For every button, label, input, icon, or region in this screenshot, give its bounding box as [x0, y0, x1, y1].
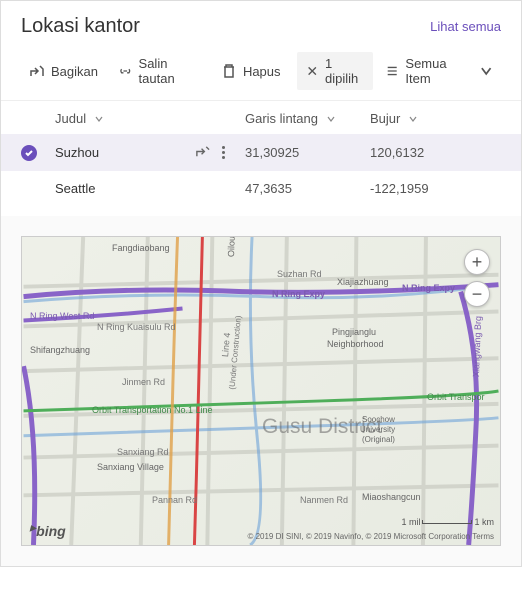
map-label: N Ring West Rd	[30, 311, 94, 321]
zoom-in-button[interactable]: +	[464, 249, 490, 275]
row-title: Suzhou	[55, 145, 99, 160]
row-lon: -122,1959	[370, 181, 501, 196]
row-title: Seattle	[55, 181, 95, 196]
map-label: Sanxiang Village	[97, 462, 164, 472]
delete-button[interactable]: Hapus	[213, 59, 289, 83]
view-switcher[interactable]: Semua Item	[377, 52, 501, 90]
check-icon	[21, 145, 37, 161]
col-header-title[interactable]: Judul	[55, 111, 245, 126]
map-label: Jinmen Rd	[122, 377, 165, 387]
share-row-icon[interactable]	[195, 144, 210, 159]
map-label: Suzhan Rd	[277, 269, 322, 279]
row-lat: 47,3635	[245, 181, 370, 196]
view-label: Semua Item	[405, 56, 468, 86]
map-label: Nanmen Rd	[300, 495, 348, 505]
table-header: Judul Garis lintang Bujur	[1, 101, 521, 134]
map-canvas[interactable]: Fangdiaobang Oilou Suzhan Rd Xiajiazhuan…	[21, 236, 501, 546]
table-row[interactable]: Seattle 47,3635 -122,1959	[1, 171, 521, 206]
chevron-down-icon	[408, 114, 418, 124]
toolbar: Bagikan Salin tautan Hapus 1 dipilih Sem…	[1, 46, 521, 101]
map-label: Orbit Transpor	[427, 392, 485, 402]
share-icon	[29, 63, 45, 79]
row-lat: 31,30925	[245, 145, 370, 160]
chevron-down-icon	[94, 114, 104, 124]
trash-icon	[221, 63, 237, 79]
share-button[interactable]: Bagikan	[21, 59, 106, 83]
more-actions-icon[interactable]	[220, 144, 227, 161]
map-label: N Ring Kuaisulu Rd	[97, 322, 176, 332]
map-district-label: Gusu District	[262, 415, 382, 439]
map-label: N Ring Expy	[402, 283, 455, 293]
map-label: N Ring Expy	[272, 289, 325, 299]
col-header-lat[interactable]: Garis lintang	[245, 111, 370, 126]
zoom-out-button[interactable]: −	[464, 281, 490, 307]
see-all-link[interactable]: Lihat semua	[430, 19, 501, 34]
row-selector[interactable]	[21, 145, 55, 161]
list-icon	[385, 63, 399, 79]
map-copyright: © 2019 DI SINI, © 2019 Navinfo, © 2019 M…	[247, 532, 494, 541]
map-label: Miaoshangcun	[362, 492, 421, 502]
link-icon	[118, 63, 133, 79]
map-label: Orbit Transportation No.1 Line	[92, 405, 213, 415]
share-label: Bagikan	[51, 64, 98, 79]
copy-link-label: Salin tautan	[139, 56, 201, 86]
bing-logo: ▶bing	[30, 523, 66, 539]
row-lon: 120,6132	[370, 145, 501, 160]
copy-link-button[interactable]: Salin tautan	[110, 52, 209, 90]
map-scale: 1 mil1 km	[401, 517, 494, 527]
selection-label: 1 dipilih	[325, 56, 365, 86]
table-row[interactable]: Suzhou 31,30925 120,6132	[1, 134, 521, 171]
map-label: Xiangwang Brg	[471, 316, 483, 377]
chevron-down-icon	[326, 114, 336, 124]
map-label: Neighborhood	[327, 339, 384, 349]
map-label: Fangdiaobang	[112, 243, 170, 253]
page-title: Lokasi kantor	[21, 15, 140, 38]
col-header-lon[interactable]: Bujur	[370, 111, 501, 126]
map-label: Pingjianglu	[332, 327, 376, 337]
map-label: Shifangzhuang	[30, 345, 90, 355]
map-label: Pannan Rd	[152, 495, 197, 505]
selection-count[interactable]: 1 dipilih	[297, 52, 373, 90]
close-icon	[305, 63, 320, 79]
map-label: Oilou	[226, 236, 237, 257]
map-label: Xiajiazhuang	[337, 277, 389, 287]
chevron-down-icon	[479, 63, 493, 79]
delete-label: Hapus	[243, 64, 281, 79]
map-label: Sanxiang Rd	[117, 447, 169, 457]
